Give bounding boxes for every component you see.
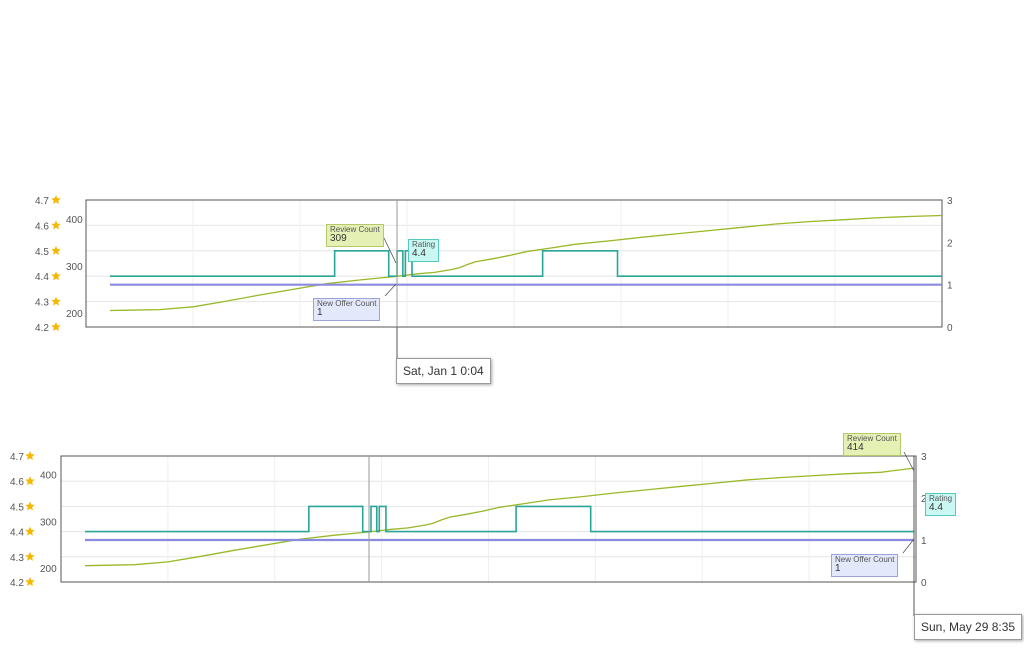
rating-tooltip: Rating 4.4 xyxy=(925,493,957,516)
rating-axis-tick-label: 4.4 xyxy=(10,528,24,539)
review-axis-tick-label: 200 xyxy=(40,564,57,575)
rating-axis-tick-label: 4.6 xyxy=(35,221,49,232)
rating-axis-tick-label: 4.5 xyxy=(35,247,49,258)
review-count-line xyxy=(109,214,943,312)
new-offer-count-tooltip: New Offer Count 1 xyxy=(831,554,899,577)
tooltip-title: New Offer Count xyxy=(835,555,895,564)
star-icon xyxy=(25,501,35,511)
review-axis-tick-label: 400 xyxy=(66,215,83,226)
date-tooltip: Sat, Jan 1 0:04 xyxy=(396,358,491,384)
rating-line xyxy=(110,250,942,277)
star-icon xyxy=(25,476,35,486)
offer-axis-tick-label: 0 xyxy=(947,323,953,334)
review-axis-tick-label: 400 xyxy=(40,471,57,482)
tooltip-value: 1 xyxy=(835,563,841,575)
star-icon xyxy=(51,271,61,281)
rating-axis-tick-label: 4.3 xyxy=(10,553,24,564)
tooltip-title: New Offer Count xyxy=(317,299,377,308)
star-icon xyxy=(51,322,61,332)
rating-axis-tick-label: 4.4 xyxy=(35,272,49,283)
rating-tooltip: Rating 4.4 xyxy=(408,239,440,262)
tooltip-value: 1 xyxy=(317,307,323,319)
rating-axis-tick-label: 4.3 xyxy=(35,298,49,309)
rating-axis-tick-label: 4.7 xyxy=(10,452,24,463)
rating-axis-tick-label: 4.5 xyxy=(10,502,24,513)
offer-axis-tick-label: 3 xyxy=(921,452,927,463)
rating-axis-tick-label: 4.7 xyxy=(35,196,49,207)
rating-axis-tick-label: 4.2 xyxy=(10,578,24,589)
offer-axis-tick-label: 3 xyxy=(947,196,953,207)
new-offer-count-tooltip: New Offer Count 1 xyxy=(313,298,381,321)
rating-axis-tick-label: 4.6 xyxy=(10,477,24,488)
review-axis-tick-label: 300 xyxy=(66,262,83,273)
star-icon xyxy=(25,551,35,561)
star-icon xyxy=(51,296,61,306)
tooltip-value: 309 xyxy=(330,233,347,245)
star-icon xyxy=(51,245,61,255)
rating-axis-tick-label: 4.2 xyxy=(35,323,49,334)
offer-axis-tick-label: 2 xyxy=(947,238,953,249)
review-axis-tick-label: 200 xyxy=(66,309,83,320)
offer-axis-tick-label: 0 xyxy=(921,578,927,589)
star-icon xyxy=(51,220,61,230)
review-count-tooltip: Review Count 414 xyxy=(843,433,901,456)
date-tooltip: Sun, May 29 8:35 xyxy=(914,614,1023,640)
star-icon xyxy=(25,526,35,536)
review-count-line xyxy=(84,467,915,567)
offer-axis-tick-label: 1 xyxy=(921,536,927,547)
star-icon xyxy=(51,195,61,205)
rating-line xyxy=(85,505,914,533)
star-icon xyxy=(25,451,35,461)
tooltip-value: 414 xyxy=(847,442,864,454)
review-axis-tick-label: 300 xyxy=(40,517,57,528)
tooltip-value: 4.4 xyxy=(412,248,426,260)
review-count-tooltip: Review Count 309 xyxy=(326,224,384,247)
tooltip-value: 4.4 xyxy=(929,502,943,514)
star-icon xyxy=(25,577,35,587)
offer-axis-tick-label: 1 xyxy=(947,281,953,292)
